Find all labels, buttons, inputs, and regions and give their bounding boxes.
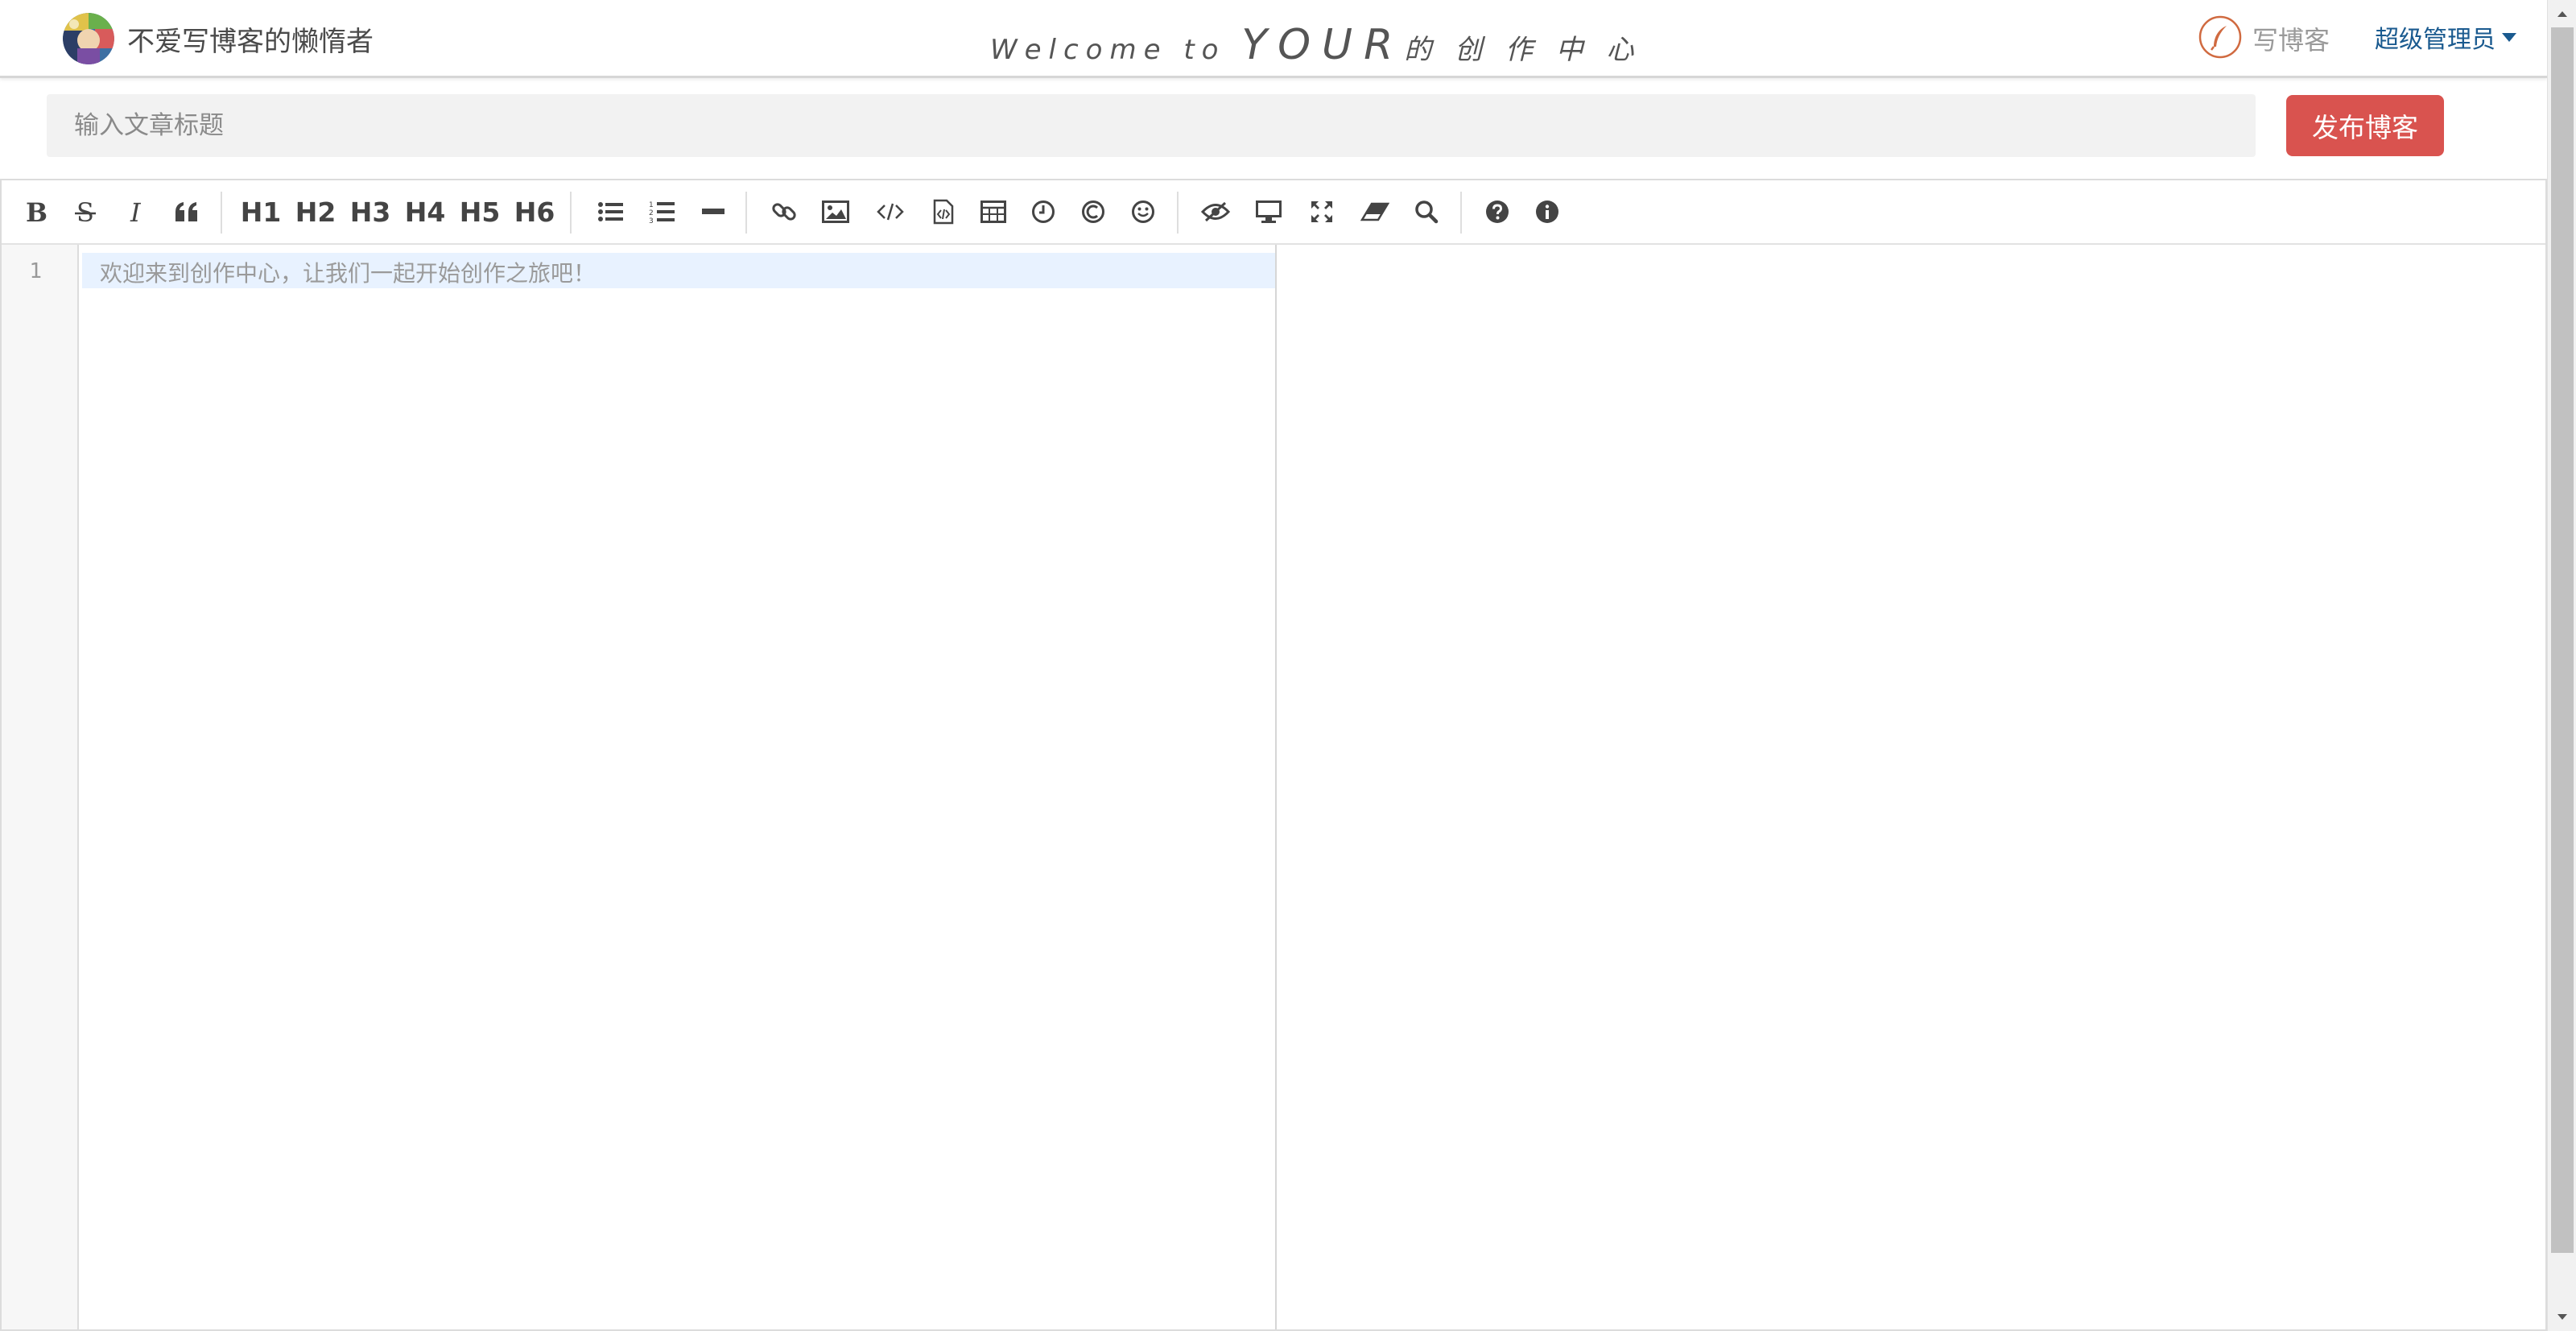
caret-down-icon: [2502, 32, 2516, 42]
brand[interactable]: 不爱写博客的懒惰者: [63, 13, 374, 64]
search-icon[interactable]: [1409, 180, 1444, 243]
image-icon[interactable]: [818, 180, 853, 243]
toolbar-divider: [1460, 192, 1462, 234]
avatar: [63, 13, 114, 64]
hr-icon[interactable]: [696, 180, 731, 243]
h3-button[interactable]: H3: [348, 180, 393, 243]
toolbar-divider: [745, 192, 747, 234]
list-ol-icon[interactable]: 123: [644, 180, 679, 243]
publish-button[interactable]: 发布博客: [2286, 95, 2444, 156]
emoji-icon[interactable]: [1125, 180, 1161, 243]
brand-name: 不爱写博客的懒惰者: [127, 25, 374, 58]
markdown-editor: B S I H1 H2 H3 H4 H5 H6 123 1 欢迎来到创作中心，让…: [0, 179, 2547, 1331]
scroll-down-arrow-icon[interactable]: [2548, 1304, 2576, 1331]
code-icon[interactable]: [873, 180, 908, 243]
clock-icon[interactable]: [1026, 180, 1061, 243]
list-ul-icon[interactable]: [592, 180, 628, 243]
h2-button[interactable]: H2: [293, 180, 338, 243]
h1-button[interactable]: H1: [238, 180, 283, 243]
strikethrough-icon[interactable]: S: [69, 180, 101, 243]
toolbar-divider: [221, 192, 222, 234]
user-menu[interactable]: 超级管理员: [2375, 19, 2516, 55]
copyright-icon[interactable]: [1075, 180, 1111, 243]
fullscreen-icon[interactable]: [1304, 180, 1340, 243]
info-icon[interactable]: [1530, 180, 1565, 243]
line-number-gutter: 1: [2, 245, 79, 1329]
preview-icon[interactable]: [1251, 180, 1286, 243]
write-blog-link[interactable]: 写博客: [2198, 14, 2330, 63]
toolbar-divider: [1177, 192, 1179, 234]
welcome-prefix: Welcome to: [990, 34, 1226, 66]
help-icon[interactable]: [1480, 180, 1515, 243]
watch-icon[interactable]: [1196, 180, 1235, 243]
h6-button[interactable]: H6: [512, 180, 557, 243]
editor-toolbar: B S I H1 H2 H3 H4 H5 H6 123: [2, 180, 2545, 245]
page-scrollbar[interactable]: [2547, 0, 2576, 1331]
svg-text:1: 1: [649, 201, 654, 209]
svg-text:2: 2: [649, 209, 654, 217]
svg-text:3: 3: [649, 217, 654, 224]
clear-icon[interactable]: [1357, 180, 1393, 243]
editor-placeholder: 欢迎来到创作中心，让我们一起开始创作之旅吧！: [100, 260, 597, 287]
user-label: 超级管理员: [2375, 26, 2496, 54]
welcome-suffix: 的 创 作 中 心: [1404, 34, 1641, 66]
top-navbar: 不爱写博客的懒惰者 Welcome to YOUR的 创 作 中 心 写博客 超…: [0, 0, 2547, 78]
svg-text:B: B: [26, 199, 47, 225]
italic-icon[interactable]: I: [121, 180, 153, 243]
h5-button[interactable]: H5: [457, 180, 502, 243]
quill-icon: [2198, 14, 2243, 63]
svg-text:S: S: [76, 199, 94, 225]
article-title-input[interactable]: [47, 94, 2256, 157]
line-number: 1: [29, 259, 42, 283]
scroll-up-arrow-icon[interactable]: [2548, 0, 2576, 27]
table-icon[interactable]: [976, 180, 1011, 243]
quote-icon[interactable]: [169, 180, 204, 243]
code-block-icon[interactable]: [926, 180, 961, 243]
welcome-banner: Welcome to YOUR的 创 作 中 心: [990, 21, 1641, 69]
welcome-big: YOUR: [1241, 21, 1405, 69]
scrollbar-thumb[interactable]: [2551, 27, 2574, 1253]
write-blog-label: 写博客: [2252, 25, 2330, 56]
bold-icon[interactable]: B: [19, 180, 52, 243]
preview-pane: [1277, 245, 2545, 1329]
markdown-input-pane[interactable]: 欢迎来到创作中心，让我们一起开始创作之旅吧！: [79, 245, 1277, 1329]
h4-button[interactable]: H4: [402, 180, 448, 243]
toolbar-divider: [570, 192, 572, 234]
svg-text:I: I: [130, 199, 142, 225]
link-icon[interactable]: [766, 180, 802, 243]
